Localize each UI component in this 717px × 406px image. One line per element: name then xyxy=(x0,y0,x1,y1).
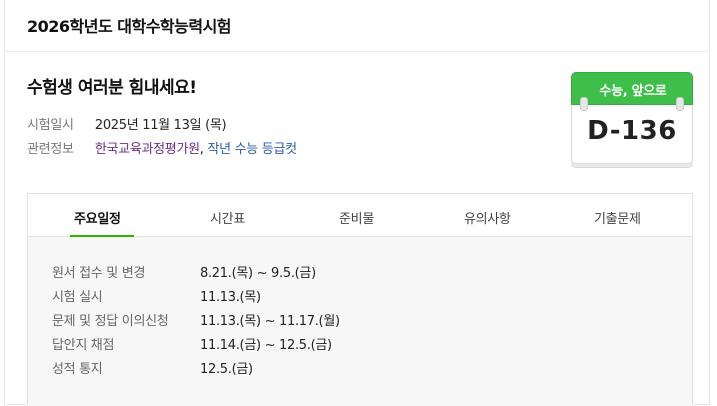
exam-date-row: 시험일시 2025년 11월 13일 (목) xyxy=(27,114,227,133)
tab-timetable[interactable]: 시간표 xyxy=(210,208,245,227)
exam-date-label: 시험일시 xyxy=(27,118,74,133)
schedule-item-date: 11.13.(목) ~ 11.17.(월) xyxy=(200,314,340,329)
calendar-header: 수능, 앞으로 xyxy=(571,72,693,105)
card-header: 2026학년도 대학수학능력시험 xyxy=(5,0,709,52)
link-separator: , xyxy=(199,142,204,157)
dday-label: 수능, 앞으로 xyxy=(599,84,667,99)
schedule-item-label: 성적 통지 xyxy=(52,362,103,377)
tab-precautions[interactable]: 유의사항 xyxy=(464,208,511,227)
calendar-ring-icon xyxy=(580,97,588,111)
card-title: 2026학년도 대학수학능력시험 xyxy=(27,17,232,36)
tab-main-schedule[interactable]: 주요일정 xyxy=(74,208,121,227)
dday-calendar: 수능, 앞으로 D-136 xyxy=(571,72,693,164)
schedule-item-label: 문제 및 정답 이의신청 xyxy=(52,314,169,329)
related-info-label: 관련정보 xyxy=(27,142,74,157)
csat-card: 2026학년도 대학수학능력시험 수험생 여러분 힘내세요! 시험일시 2025… xyxy=(4,0,710,406)
headline: 수험생 여러분 힘내세요! xyxy=(27,78,197,98)
dday-count: D-136 xyxy=(587,116,677,146)
related-info-row: 관련정보 한국교육과정평가원, 작년 수능 등급컷 xyxy=(27,138,297,157)
schedule-item-date: 12.5.(금) xyxy=(200,362,253,377)
calendar-ring-icon xyxy=(676,97,684,111)
schedule-item-label: 시험 실시 xyxy=(52,290,103,305)
schedule-item-date: 11.14.(금) ~ 12.5.(금) xyxy=(200,338,332,353)
tab-supplies[interactable]: 준비물 xyxy=(339,208,374,227)
schedule-item-label: 답안지 채점 xyxy=(52,338,115,353)
schedule-tab-panel: 주요일정 시간표 준비물 유의사항 기출문제 원서 접수 및 변경 8.21.(… xyxy=(27,193,693,406)
schedule-item-date: 11.13.(목) xyxy=(200,290,261,305)
schedule-item-date: 8.21.(목) ~ 9.5.(금) xyxy=(200,266,316,281)
exam-date-value: 2025년 11월 13일 (목) xyxy=(94,118,227,133)
schedule-list: 원서 접수 및 변경 8.21.(목) ~ 9.5.(금) 시험 실시 11.1… xyxy=(28,237,692,406)
kice-link[interactable]: 한국교육과정평가원 xyxy=(95,142,200,157)
last-year-grade-cut-link[interactable]: 작년 수능 등급컷 xyxy=(207,142,297,157)
tab-bar: 주요일정 시간표 준비물 유의사항 기출문제 xyxy=(28,194,692,237)
tab-past-exams[interactable]: 기출문제 xyxy=(594,208,641,227)
schedule-item-label: 원서 접수 및 변경 xyxy=(52,266,146,281)
